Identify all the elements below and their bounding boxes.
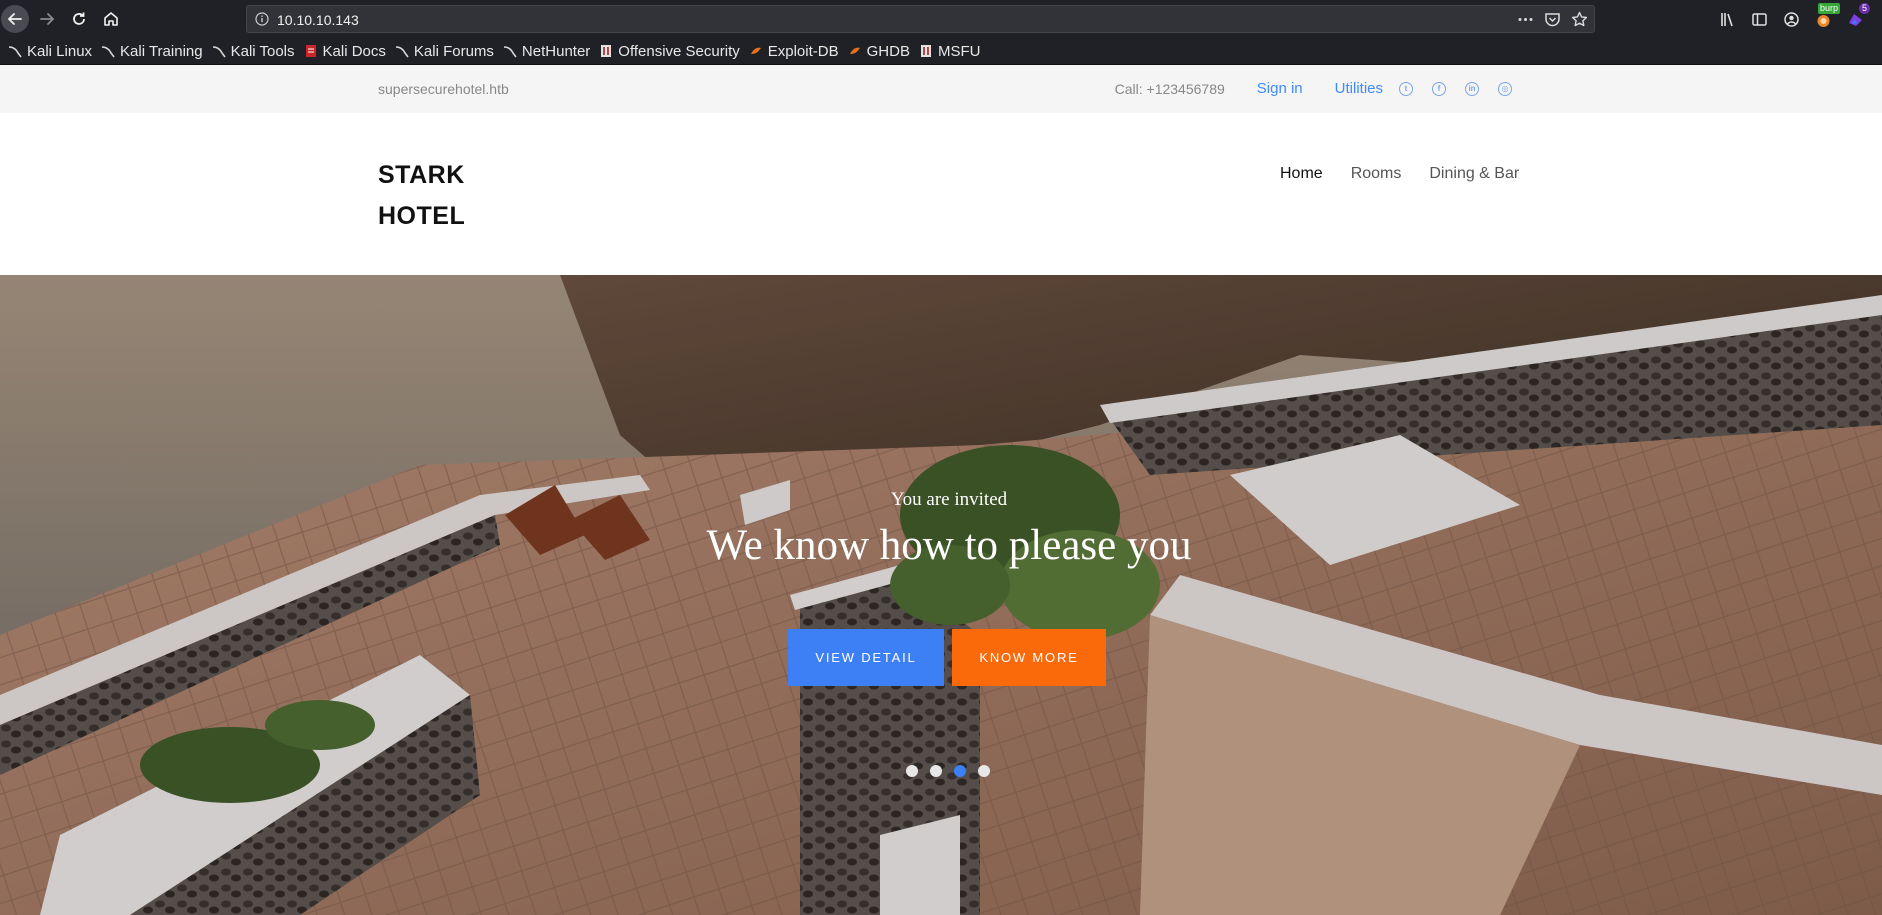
- kali-dragon-icon: [503, 46, 517, 58]
- kali-dragon-icon: [212, 46, 226, 58]
- page-actions-icon[interactable]: [1517, 11, 1534, 28]
- utilities-link[interactable]: Utilities: [1335, 80, 1383, 97]
- kali-dragon-icon: [102, 46, 115, 58]
- exploitdb-icon: [750, 47, 761, 54]
- account-icon: [1783, 11, 1799, 27]
- slider-dot-4[interactable]: [978, 765, 990, 777]
- burp-extension-button[interactable]: burp: [1812, 3, 1840, 30]
- bookmark-ghdb[interactable]: GHDB: [846, 40, 915, 62]
- nav-home[interactable]: Home: [1280, 165, 1323, 183]
- site-domain: supersecurehotel.htb: [378, 81, 509, 97]
- bookmark-label: Kali Tools: [230, 42, 295, 60]
- toolbar-right: burp 5: [1716, 3, 1870, 30]
- sidebar-button[interactable]: [1748, 8, 1770, 30]
- sign-in-link[interactable]: Sign in: [1257, 80, 1303, 97]
- kali-docs-icon: [305, 45, 316, 57]
- site-logo[interactable]: STARK HOTEL: [378, 155, 465, 237]
- bookmark-label: MSFU: [937, 42, 981, 60]
- topbar-right: Call: +123456789 Sign in Utilities t f i…: [1115, 80, 1512, 97]
- back-button[interactable]: [1, 5, 29, 33]
- main-nav: Home Rooms Dining & Bar: [1280, 165, 1519, 183]
- facebook-icon[interactable]: f: [1432, 81, 1446, 96]
- site-navbar: STARK HOTEL Home Rooms Dining & Bar: [0, 113, 1882, 275]
- extension-badge: 5: [1858, 3, 1870, 14]
- linkedin-icon[interactable]: in: [1465, 81, 1479, 96]
- brand-line-1: STARK: [378, 161, 465, 189]
- library-icon: [1720, 12, 1733, 26]
- site-topbar: supersecurehotel.htb Call: +123456789 Si…: [0, 65, 1882, 113]
- bookmark-label: Kali Linux: [27, 42, 93, 60]
- browser-toolbar: 10.10.10.143 burp 5: [0, 0, 1882, 38]
- slider-dot-3[interactable]: [954, 765, 966, 777]
- info-icon[interactable]: [255, 12, 269, 26]
- library-button[interactable]: [1716, 8, 1738, 30]
- slider-dot-1[interactable]: [906, 765, 918, 777]
- dribbble-icon[interactable]: ◎: [1498, 81, 1512, 96]
- bookmark-label: Exploit-DB: [767, 42, 839, 60]
- bookmark-star-icon[interactable]: [1571, 11, 1588, 28]
- bookmark-kali-tools[interactable]: Kali Tools: [210, 40, 300, 62]
- brand-line-2: HOTEL: [378, 202, 466, 230]
- hotel-website: supersecurehotel.htb Call: +123456789 Si…: [0, 65, 1882, 915]
- bookmark-kali-forums[interactable]: Kali Forums: [393, 40, 499, 62]
- bookmark-msfu[interactable]: MSFU: [917, 40, 986, 62]
- offsec-icon: [920, 45, 931, 57]
- nav-dining-bar[interactable]: Dining & Bar: [1429, 165, 1519, 183]
- home-button[interactable]: [97, 5, 125, 33]
- kali-dragon-icon: [395, 46, 409, 58]
- url-bar[interactable]: 10.10.10.143: [246, 5, 1595, 33]
- account-button[interactable]: [1780, 8, 1802, 30]
- bookmarks-bar: Kali Linux Kali Training Kali Tools Kali…: [0, 38, 1882, 65]
- reload-icon: [73, 12, 85, 25]
- reload-button[interactable]: [65, 5, 93, 33]
- slider-dots: [906, 765, 990, 777]
- offsec-icon: [601, 45, 612, 57]
- bookmark-label: Kali Forums: [413, 42, 494, 60]
- url-text[interactable]: 10.10.10.143: [277, 12, 359, 28]
- know-more-button[interactable]: KNOW MORE: [952, 629, 1106, 686]
- home-icon: [104, 12, 118, 26]
- bookmark-label: NetHunter: [521, 42, 591, 60]
- nav-rooms[interactable]: Rooms: [1351, 165, 1402, 183]
- bookmark-exploit-db[interactable]: Exploit-DB: [747, 40, 844, 62]
- slider-dot-2[interactable]: [930, 765, 942, 777]
- bookmark-label: GHDB: [866, 42, 910, 60]
- burp-badge: burp: [1817, 3, 1840, 14]
- sidebar-icon: [1751, 12, 1767, 26]
- bookmark-kali-docs[interactable]: Kali Docs: [302, 40, 391, 62]
- bookmark-label: Kali Training: [120, 42, 203, 60]
- hero-slider: You are invited We know how to please yo…: [0, 275, 1882, 915]
- hero-buttons: VIEW DETAIL KNOW MORE: [788, 629, 1106, 686]
- bookmark-offensive-security[interactable]: Offensive Security: [597, 40, 744, 62]
- bookmark-kali-training[interactable]: Kali Training: [99, 40, 208, 62]
- extension-button[interactable]: 5: [1844, 3, 1870, 30]
- kali-dragon-icon: [8, 46, 22, 58]
- exploitdb-icon: [849, 47, 860, 54]
- bookmark-label: Kali Docs: [322, 42, 386, 60]
- hero-subtitle: You are invited: [890, 489, 1008, 510]
- url-actions: [1517, 11, 1588, 28]
- back-arrow-icon: [7, 13, 22, 25]
- hero-overlay: [0, 275, 1882, 915]
- bookmark-label: Offensive Security: [618, 42, 740, 60]
- hero-title: We know how to please you: [706, 522, 1192, 569]
- forward-button[interactable]: [33, 5, 61, 33]
- bookmark-nethunter[interactable]: NetHunter: [501, 40, 595, 62]
- forward-arrow-icon: [40, 13, 55, 25]
- bookmark-kali-linux[interactable]: Kali Linux: [6, 40, 97, 62]
- view-detail-button[interactable]: VIEW DETAIL: [788, 629, 944, 686]
- pocket-icon[interactable]: [1544, 11, 1561, 28]
- phone-number: Call: +123456789: [1114, 80, 1225, 97]
- twitter-icon[interactable]: t: [1399, 81, 1413, 96]
